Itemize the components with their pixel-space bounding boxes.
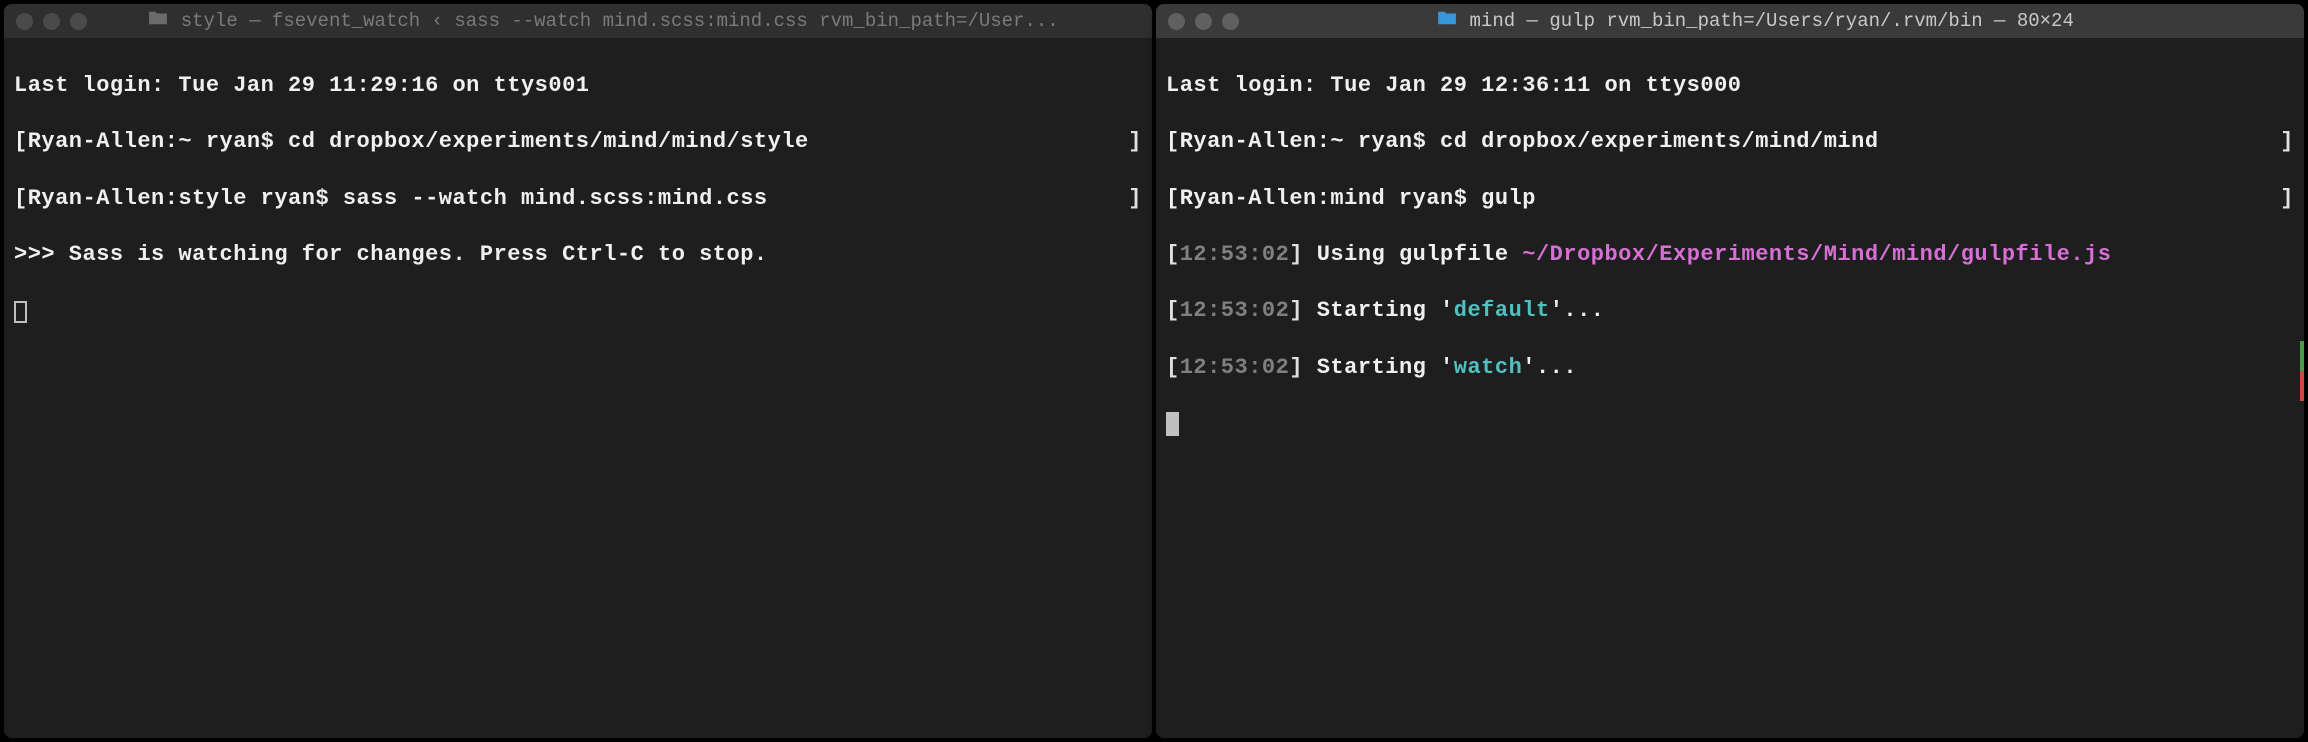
command: sass --watch mind.scss:mind.css	[343, 186, 768, 211]
task-name: watch	[1454, 355, 1523, 380]
window-title: style — fsevent_watch ‹ sass --watch min…	[74, 10, 1132, 32]
output-text: Starting '	[1303, 355, 1454, 380]
cursor	[1166, 412, 1179, 436]
output-text: '...	[1522, 355, 1577, 380]
prompt: [Ryan-Allen:style ryan$	[14, 186, 343, 211]
terminal-window-left[interactable]: style — fsevent_watch ‹ sass --watch min…	[4, 4, 1152, 738]
bracket: ]	[2280, 185, 2294, 213]
window-title: mind — gulp rvm_bin_path=/Users/ryan/.rv…	[1226, 10, 2284, 32]
bracket: ]	[1289, 242, 1303, 267]
close-button[interactable]	[16, 13, 33, 30]
bracket: ]	[2280, 128, 2294, 156]
task-name: default	[1454, 298, 1550, 323]
bracket: [	[1166, 298, 1180, 323]
bracket: [	[1166, 355, 1180, 380]
timestamp: 12:53:02	[1180, 242, 1290, 267]
timestamp: 12:53:02	[1180, 355, 1290, 380]
folder-icon	[147, 10, 180, 32]
output-text: '...	[1550, 298, 1605, 323]
terminal-line: [Ryan-Allen:mind ryan$ gulp]	[1166, 185, 2294, 213]
terminal-line	[1166, 410, 2294, 438]
terminal-line: [Ryan-Allen:style ryan$ sass --watch min…	[14, 185, 1142, 213]
command: cd dropbox/experiments/mind/mind	[1440, 129, 1878, 154]
minimize-button[interactable]	[1195, 13, 1212, 30]
output-text: Using gulpfile	[1303, 242, 1522, 267]
bracket: ]	[1289, 298, 1303, 323]
terminal-window-right[interactable]: mind — gulp rvm_bin_path=/Users/ryan/.rv…	[1156, 4, 2304, 738]
prompt: [Ryan-Allen:~ ryan$	[1166, 129, 1440, 154]
terminal-line: Last login: Tue Jan 29 11:29:16 on ttys0…	[14, 72, 1142, 100]
edge-indicator	[2300, 341, 2304, 401]
terminal-line: [12:53:02] Using gulpfile ~/Dropbox/Expe…	[1166, 241, 2294, 269]
folder-icon	[1436, 10, 1469, 32]
terminal-line: Last login: Tue Jan 29 12:36:11 on ttys0…	[1166, 72, 2294, 100]
title-bar[interactable]: mind — gulp rvm_bin_path=/Users/ryan/.rv…	[1156, 4, 2304, 38]
prompt: [Ryan-Allen:mind ryan$	[1166, 186, 1481, 211]
terminal-body[interactable]: Last login: Tue Jan 29 11:29:16 on ttys0…	[4, 38, 1152, 738]
output-text: >>> Sass is watching for changes. Press …	[14, 242, 768, 267]
bracket: ]	[1128, 128, 1142, 156]
output-text: Starting '	[1303, 298, 1454, 323]
timestamp: 12:53:02	[1180, 298, 1290, 323]
login-text: Last login: Tue Jan 29 11:29:16 on ttys0…	[14, 73, 590, 98]
terminal-line: [12:53:02] Starting 'watch'...	[1166, 354, 2294, 382]
terminal-line	[14, 297, 1142, 325]
terminal-line: >>> Sass is watching for changes. Press …	[14, 241, 1142, 269]
terminal-line: [Ryan-Allen:~ ryan$ cd dropbox/experimen…	[1166, 128, 2294, 156]
terminal-line: [12:53:02] Starting 'default'...	[1166, 297, 2294, 325]
file-path: ~/Dropbox/Experiments/Mind/mind/gulpfile…	[1522, 242, 2111, 267]
title-text: mind — gulp rvm_bin_path=/Users/ryan/.rv…	[1470, 10, 2074, 32]
terminal-body[interactable]: Last login: Tue Jan 29 12:36:11 on ttys0…	[1156, 38, 2304, 738]
title-text: style — fsevent_watch ‹ sass --watch min…	[181, 10, 1059, 32]
bracket: [	[1166, 242, 1180, 267]
login-text: Last login: Tue Jan 29 12:36:11 on ttys0…	[1166, 73, 1742, 98]
cursor	[14, 301, 27, 323]
command: cd dropbox/experiments/mind/mind/style	[288, 129, 809, 154]
bracket: ]	[1289, 355, 1303, 380]
terminal-line: [Ryan-Allen:~ ryan$ cd dropbox/experimen…	[14, 128, 1142, 156]
command: gulp	[1481, 186, 1536, 211]
title-bar[interactable]: style — fsevent_watch ‹ sass --watch min…	[4, 4, 1152, 38]
bracket: ]	[1128, 185, 1142, 213]
minimize-button[interactable]	[43, 13, 60, 30]
close-button[interactable]	[1168, 13, 1185, 30]
prompt: [Ryan-Allen:~ ryan$	[14, 129, 288, 154]
